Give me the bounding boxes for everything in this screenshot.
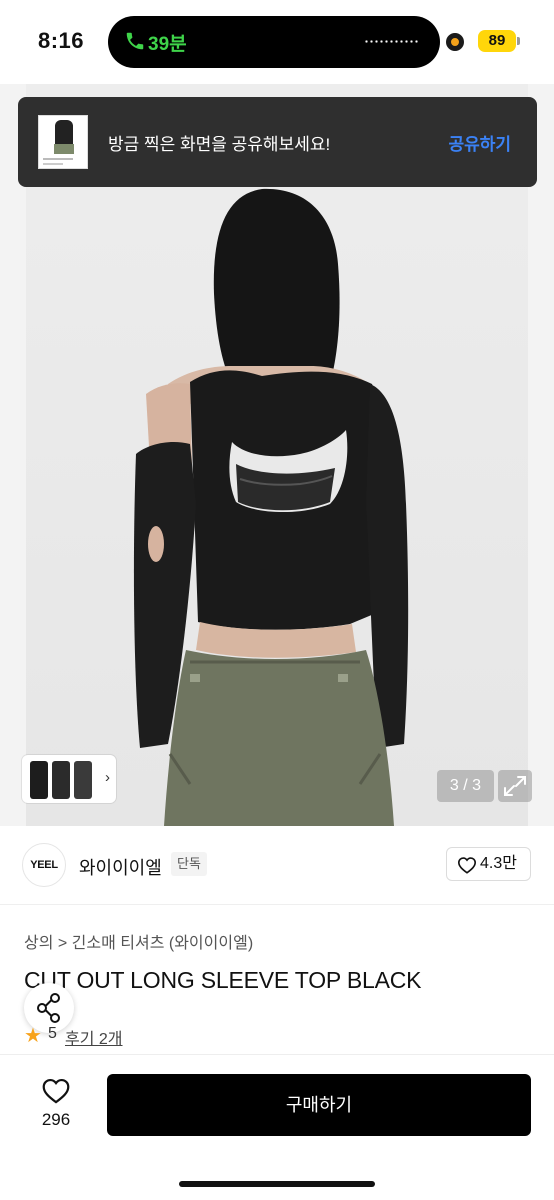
screenshot-thumbnail [38, 115, 88, 169]
brand-row: YEEL 와이이이엘 단독 4.3만 [0, 826, 554, 904]
thumb-pants [54, 144, 74, 154]
thumb-text-line [43, 158, 73, 160]
thumb-figure [55, 120, 73, 146]
phone-icon [126, 32, 144, 50]
wishlist-button[interactable]: 296 [22, 1073, 90, 1137]
bottom-action-bar: 296 구매하기 [0, 1054, 554, 1200]
thumbnail-3[interactable] [74, 761, 92, 799]
rating-score: 5 [48, 1025, 57, 1042]
brand-name[interactable]: 와이이이엘 [79, 854, 162, 880]
brand-logo[interactable]: YEEL [22, 843, 66, 887]
thumb-text-line [43, 163, 63, 165]
toast-share-button[interactable]: 공유하기 [448, 130, 511, 155]
battery-cap [517, 37, 520, 45]
breadcrumb[interactable]: 상의 > 긴소매 티셔츠 (와이이이엘) [24, 929, 253, 953]
buy-button[interactable]: 구매하기 [107, 1074, 531, 1136]
expand-icon [504, 776, 526, 796]
brand-like-button[interactable]: 4.3만 [446, 847, 531, 881]
thumbnail-strip[interactable]: › [22, 755, 116, 803]
status-time: 8:16 [38, 28, 85, 53]
heart-icon [457, 857, 477, 874]
product-title: CUT OUT LONG SLEEVE TOP BLACK [24, 967, 422, 993]
heart-icon [42, 1078, 70, 1104]
home-indicator[interactable] [179, 1181, 375, 1187]
call-duration: 39분 [148, 34, 187, 55]
battery-icon: 89 [478, 30, 516, 52]
product-photo [133, 188, 409, 826]
image-counter: 3 / 3 [437, 770, 494, 802]
divider [0, 904, 554, 905]
expand-button[interactable] [498, 770, 532, 802]
chevron-right-icon: › [105, 769, 110, 786]
brand-like-count: 4.3만 [480, 855, 517, 872]
reviews-link[interactable]: 후기 2개 [65, 1025, 123, 1049]
status-bar: 8:16 39분 89 [0, 0, 554, 84]
share-screenshot-toast[interactable]: 방금 찍은 화면을 공유해보세요! 공유하기 [18, 97, 537, 187]
product-image-gallery[interactable]: › 3 / 3 [0, 84, 554, 826]
dynamic-island[interactable]: 39분 [108, 16, 440, 68]
thumbnail-1[interactable] [30, 761, 48, 799]
toast-message: 방금 찍은 화면을 공유해보세요! [108, 135, 331, 154]
star-icon: ★ [24, 1025, 42, 1047]
audio-waveform-icon [364, 40, 420, 43]
exclusive-badge: 단독 [171, 852, 207, 876]
recording-indicator-icon [446, 33, 464, 51]
thumbnail-2[interactable] [52, 761, 70, 799]
wishlist-count: 296 [41, 1110, 71, 1129]
